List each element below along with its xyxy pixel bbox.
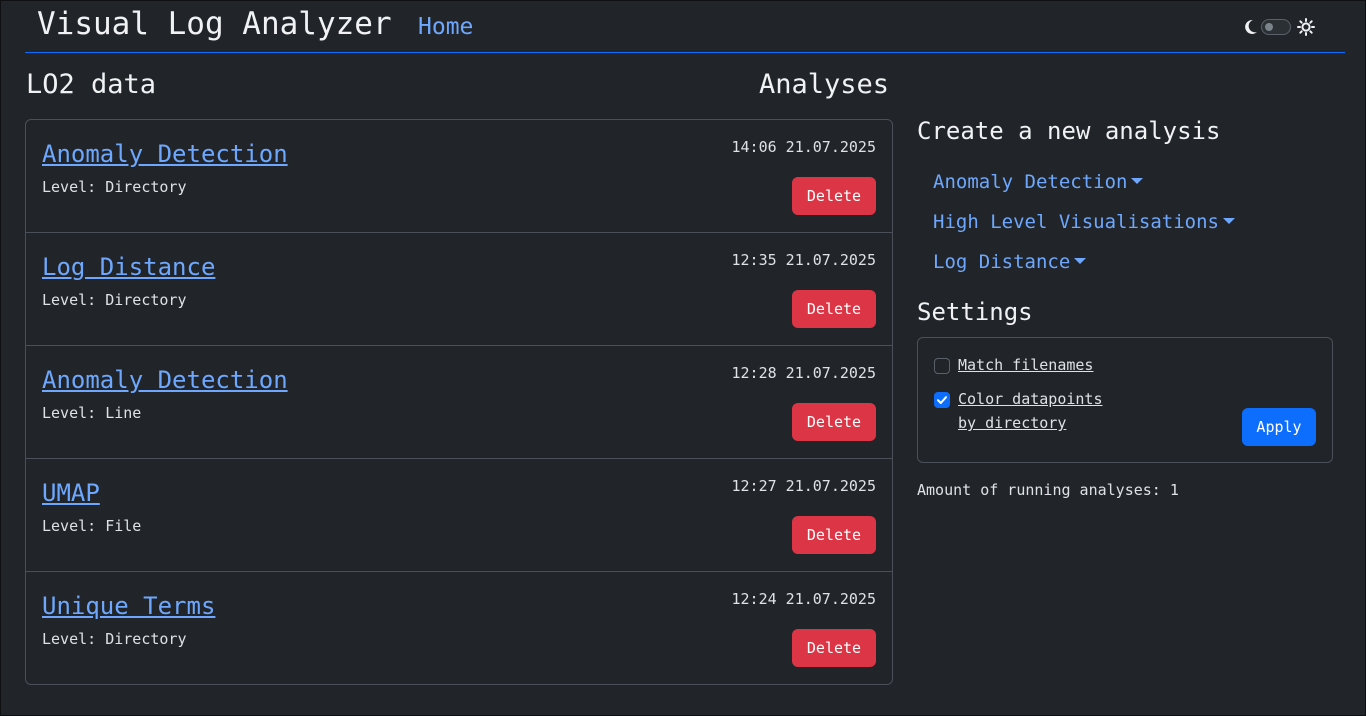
delete-button[interactable]: Delete <box>792 516 876 554</box>
analysis-level: Level: Line <box>42 404 142 422</box>
delete-button[interactable]: Delete <box>792 290 876 328</box>
log-distance-dropdown[interactable]: Log Distance <box>933 251 1087 273</box>
moon-icon <box>1245 19 1257 34</box>
high-level-visualisations-dropdown[interactable]: High Level Visualisations <box>933 211 1235 233</box>
analysis-link[interactable]: UMAP <box>42 479 100 507</box>
list-item: Unique Terms Level: Directory 12:24 21.0… <box>26 572 892 684</box>
home-link[interactable]: Home <box>418 14 473 40</box>
caret-down-icon <box>1222 217 1235 224</box>
match-filenames-checkbox[interactable] <box>934 358 950 374</box>
dropdown-label: Log Distance <box>933 251 1071 273</box>
settings-title: Settings <box>917 298 1033 326</box>
analysis-level: Level: File <box>42 517 142 535</box>
list-item: Anomaly Detection Level: Line 12:28 21.0… <box>26 346 892 459</box>
create-analysis-title: Create a new analysis <box>917 117 1221 145</box>
analysis-link[interactable]: Unique Terms <box>42 592 215 620</box>
list-item: UMAP Level: File 12:27 21.07.2025 Delete <box>26 459 892 572</box>
sun-icon <box>1297 18 1315 36</box>
analysis-link[interactable]: Anomaly Detection <box>42 366 288 394</box>
analysis-link[interactable]: Anomaly Detection <box>42 140 288 168</box>
app-title[interactable]: Visual Log Analyzer <box>37 6 392 42</box>
analyses-list: Anomaly Detection Level: Directory 14:06… <box>25 119 893 685</box>
dataset-title: LO2 data <box>26 69 157 100</box>
theme-switch-track[interactable] <box>1261 19 1291 35</box>
app-window: Visual Log Analyzer Home LO2 data Analys… <box>0 0 1366 716</box>
theme-switch-knob <box>1265 23 1273 31</box>
dropdown-label: Anomaly Detection <box>933 171 1128 193</box>
analysis-timestamp: 12:35 21.07.2025 <box>731 251 877 269</box>
analysis-timestamp: 12:28 21.07.2025 <box>731 364 877 382</box>
analysis-timestamp: 12:24 21.07.2025 <box>731 590 877 608</box>
delete-button[interactable]: Delete <box>792 177 876 215</box>
color-by-directory-checkbox[interactable] <box>934 392 950 408</box>
analysis-link[interactable]: Log Distance <box>42 253 215 281</box>
analyses-title: Analyses <box>759 69 890 100</box>
list-item: Log Distance Level: Directory 12:35 21.0… <box>26 233 892 346</box>
analysis-level: Level: Directory <box>42 630 187 648</box>
caret-down-icon <box>1131 177 1144 184</box>
list-item: Anomaly Detection Level: Directory 14:06… <box>26 120 892 233</box>
checkmark-icon <box>937 396 947 404</box>
analysis-timestamp: 14:06 21.07.2025 <box>731 138 877 156</box>
analysis-level: Level: Directory <box>42 178 187 196</box>
analysis-timestamp: 12:27 21.07.2025 <box>731 477 877 495</box>
anomaly-detection-dropdown[interactable]: Anomaly Detection <box>933 171 1144 193</box>
theme-toggle[interactable] <box>1243 18 1319 38</box>
caret-down-icon <box>1074 257 1087 264</box>
color-by-directory-label[interactable]: Color datapoints by directory <box>958 387 1128 435</box>
settings-panel: Match filenames Color datapoints by dire… <box>917 337 1333 463</box>
running-analyses-count: Amount of running analyses: 1 <box>917 481 1179 499</box>
dropdown-label: High Level Visualisations <box>933 211 1219 233</box>
match-filenames-label[interactable]: Match filenames <box>958 353 1093 377</box>
navbar: Visual Log Analyzer Home <box>25 1 1345 53</box>
apply-button[interactable]: Apply <box>1242 408 1316 446</box>
analysis-level: Level: Directory <box>42 291 187 309</box>
delete-button[interactable]: Delete <box>792 629 876 667</box>
delete-button[interactable]: Delete <box>792 403 876 441</box>
